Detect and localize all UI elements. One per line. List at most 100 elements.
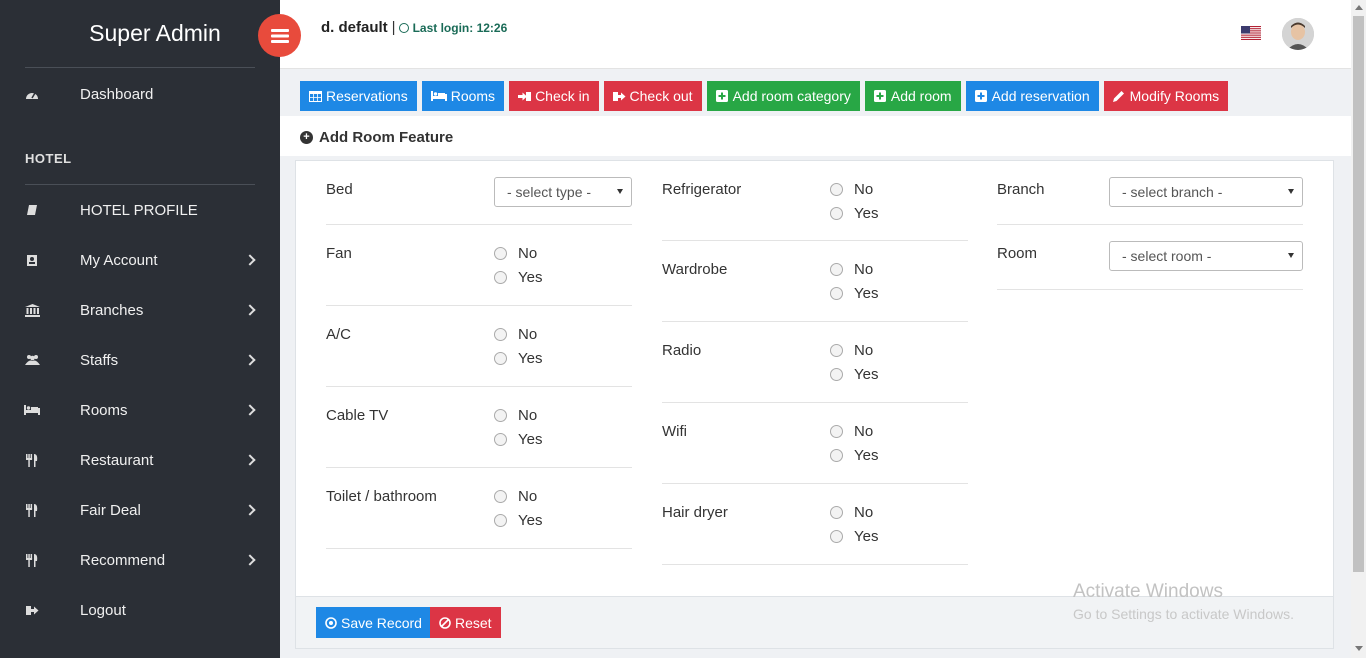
cable-tv-no-radio[interactable]: No [494,407,537,424]
radio-label: Yes [518,269,543,286]
radio-circle[interactable] [830,425,843,438]
radio-label: No [518,245,538,262]
scroll-thumb[interactable] [1353,16,1364,572]
sidebar-item-restaurant[interactable]: Restaurant [0,440,280,480]
reset-button[interactable]: Reset [430,607,501,638]
caret-down-icon [617,189,623,194]
bed-icon [24,402,40,418]
radio-circle[interactable] [494,433,507,446]
scroll-up-icon[interactable] [1355,5,1363,10]
field-radio: Radio No Yes [662,322,968,403]
sign-out-icon [24,602,40,618]
field-cable-tv: Cable TV No Yes [326,387,632,468]
sidebar-item-logout[interactable]: Logout [0,590,280,630]
last-login-text: Last login: 12:26 [412,20,508,35]
toilet-yes-radio[interactable]: Yes [494,512,542,529]
radio-circle[interactable] [830,449,843,462]
reservations-button[interactable]: Reservations [300,81,417,111]
radio-circle[interactable] [830,368,843,381]
us-flag-icon[interactable] [1241,26,1261,40]
refrigerator-yes-radio[interactable]: Yes [830,205,878,222]
bank-icon [24,302,40,318]
radio-circle[interactable] [494,514,507,527]
field-wifi: Wifi No Yes [662,403,968,484]
save-record-button[interactable]: Save Record [316,607,431,638]
toilet-no-radio[interactable]: No [494,488,537,505]
sidebar-item-branches[interactable]: Branches [0,290,280,330]
wifi-no-radio[interactable]: No [830,423,873,440]
field-room: Room - select room - [997,225,1303,290]
wifi-yes-radio[interactable]: Yes [830,447,878,464]
radio-circle[interactable] [830,530,843,543]
chevron-right-icon [244,304,256,316]
add-room-category-button[interactable]: Add room category [706,81,860,111]
dot-circle-icon [325,616,337,629]
room-select[interactable]: - select room - [1109,241,1303,271]
avatar[interactable] [1282,18,1314,50]
field-hair-dryer: Hair dryer No Yes [662,484,968,565]
wardrobe-no-radio[interactable]: No [830,261,873,278]
sidebar-toggle-button[interactable] [258,14,301,57]
bed-type-select[interactable]: - select type - [494,177,632,207]
radio-circle[interactable] [494,352,507,365]
radio-label: No [854,504,874,521]
wardrobe-yes-radio[interactable]: Yes [830,285,878,302]
hair-dryer-no-radio[interactable]: No [830,504,873,521]
field-label: Bed [326,181,353,198]
radio-circle[interactable] [494,490,507,503]
ac-yes-radio[interactable]: Yes [494,350,542,367]
vertical-scrollbar[interactable] [1351,0,1366,658]
radio-circle[interactable] [494,247,507,260]
scroll-down-icon[interactable] [1355,646,1363,651]
sidebar-item-recommend[interactable]: Recommend [0,540,280,580]
sign-in-icon [518,90,532,102]
radio-circle[interactable] [494,271,507,284]
radio-label: No [518,407,538,424]
sidebar-item-dashboard[interactable]: Dashboard [0,74,280,114]
sidebar-item-fair-deal[interactable]: Fair Deal [0,490,280,530]
add-room-button[interactable]: Add room [864,81,961,111]
hair-dryer-yes-radio[interactable]: Yes [830,528,878,545]
radio-label: Yes [854,447,879,464]
sidebar-item-my-account[interactable]: My Account [0,240,280,280]
radio-circle[interactable] [830,207,843,220]
radio-no-radio[interactable]: No [830,342,873,359]
radio-circle[interactable] [830,344,843,357]
rooms-button[interactable]: Rooms [421,81,505,111]
sidebar-item-staffs[interactable]: Staffs [0,340,280,380]
cable-tv-yes-radio[interactable]: Yes [494,431,542,448]
radio-circle[interactable] [494,409,507,422]
add-reservation-button[interactable]: Add reservation [965,81,1099,111]
sidebar-item-label: My Account [80,251,158,269]
field-label: Cable TV [326,407,389,424]
fan-no-radio[interactable]: No [494,245,537,262]
refrigerator-no-radio[interactable]: No [830,181,873,198]
field-label: Toilet / bathroom [326,488,437,505]
cutlery-icon [24,502,40,518]
sidebar-item-rooms[interactable]: Rooms [0,390,280,430]
radio-circle[interactable] [830,506,843,519]
modify-rooms-button[interactable]: Modify Rooms [1103,81,1229,111]
check-in-button[interactable]: Check in [509,81,599,111]
radio-yes-radio[interactable]: Yes [830,366,878,383]
branch-select[interactable]: - select branch - [1109,177,1303,207]
radio-label: No [854,342,874,359]
dashboard-icon [24,86,40,102]
radio-circle[interactable] [830,287,843,300]
radio-label: Yes [854,366,879,383]
field-label: Hair dryer [662,504,728,521]
field-label: Branch [997,181,1045,198]
fan-yes-radio[interactable]: Yes [494,269,542,286]
radio-circle[interactable] [830,183,843,196]
ac-no-radio[interactable]: No [494,326,537,343]
field-label: Fan [326,245,352,262]
check-out-button[interactable]: Check out [603,81,702,111]
button-label: Reset [455,614,492,631]
radio-circle[interactable] [830,263,843,276]
sidebar-item-hotel-profile[interactable]: HOTEL PROFILE [0,190,280,230]
radio-circle[interactable] [494,328,507,341]
radio-label: Yes [518,350,543,367]
bed-icon [430,90,447,102]
radio-label: Yes [518,512,543,529]
radio-label: No [854,423,874,440]
